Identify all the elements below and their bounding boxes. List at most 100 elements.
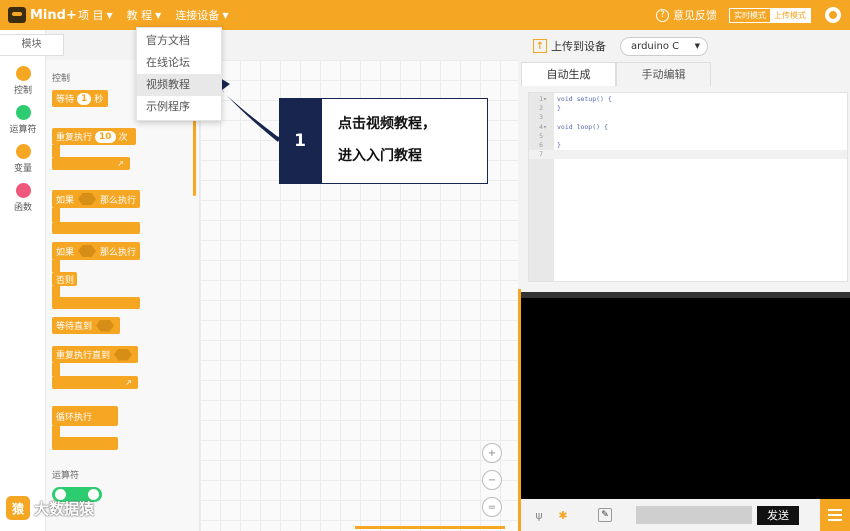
zoom-out-button[interactable]: − [482,470,502,490]
block-else: 否则 [52,272,77,286]
block-if-else-foot [52,297,140,309]
code-line: 6} [529,141,847,150]
zoom-reset-button[interactable]: = [482,497,502,517]
scroll-lock-icon[interactable]: ✎ [598,508,612,522]
main-menu: 项 目 ▼ 教 程 ▼ 连接设备 ▼ [78,7,242,23]
category-item[interactable]: 函数 [0,183,46,213]
block-repeat-foot: ↗ [52,157,130,170]
condition-slot[interactable] [78,245,97,257]
category-dot-icon [15,66,31,81]
dropdown-item[interactable]: 示例程序 [137,96,221,118]
usb-icon[interactable]: ψ [532,508,546,522]
wait-seconds-input[interactable]: 1 [77,92,92,105]
chevron-down-icon: ▼ [694,41,700,50]
category-item[interactable]: 控制 [0,66,46,96]
serial-input[interactable] [636,506,752,524]
condition-slot[interactable] [96,319,115,332]
menu-tutorial[interactable]: 教 程 ▼ [127,7,162,23]
zoom-in-button[interactable]: + [482,443,502,463]
chevron-down-icon: ▼ [222,10,229,20]
block-wait[interactable]: 等待 1 秒 [52,90,108,107]
block-if-foot [52,222,140,234]
loop-arrow-icon: ↗ [125,378,132,387]
loop-arrow-icon: ↗ [117,159,124,168]
list-menu-icon[interactable] [820,499,850,531]
mode-upload[interactable]: 上传模式 [770,8,810,22]
code-line: 5 [529,132,847,141]
fold-icon[interactable] [543,104,551,113]
code-line: 3 [529,113,847,122]
category-label: 函数 [13,203,32,213]
block-repeat[interactable]: 重复执行 10 次 [52,128,136,145]
block-repeat-until-foot: ↗ [52,376,138,389]
block-if[interactable]: 如果 那么执行 [52,190,140,208]
block-wait-until[interactable]: 等待直到 [52,317,120,334]
feedback-button[interactable]: ? 意见反馈 [656,7,717,23]
condition-slot[interactable] [114,348,133,361]
help-icon: ? [656,8,669,22]
mode-switch[interactable]: 实时模式 上传模式 [729,7,811,23]
menu-connect-device[interactable]: 连接设备 ▼ [175,7,228,23]
dropdown-item[interactable]: 在线论坛 [137,52,221,74]
gear-icon[interactable] [825,7,841,23]
callout-line-1: 点击视频教程， [338,116,436,132]
condition-slot[interactable] [78,193,97,205]
fold-icon[interactable] [543,113,551,122]
clear-icon[interactable]: ✱ [556,508,570,522]
zoom-out-icon: − [487,474,497,486]
dropdown-item[interactable]: 官方文档 [137,30,221,52]
mode-realtime[interactable]: 实时模式 [730,9,770,22]
tab-auto-generate[interactable]: 自动生成 [521,62,616,86]
fold-icon[interactable]: ▾ [543,95,551,104]
code-line: 1 ▾ void setup() { [529,95,847,104]
block-forever[interactable]: 循环执行 [52,406,118,426]
menu-project[interactable]: 项 目 ▼ [78,7,113,23]
block-forever-foot [52,437,118,450]
logo-icon [8,7,26,23]
block-if-arm [52,208,60,222]
code-line: 4 ▾ void loop() { [529,123,847,132]
fold-icon[interactable] [543,132,551,141]
code-text: void loop() { [557,122,608,131]
fold-icon[interactable] [543,141,551,150]
workspace-scrollbar[interactable] [355,526,505,529]
board-select[interactable]: arduino C ▼ [620,36,708,56]
code-text: void setup() { [557,95,612,103]
blocks-tab[interactable]: 模块 [0,34,64,56]
tab-manual-edit[interactable]: 手动编辑 [616,62,711,86]
block-repeat-until-arm [52,363,60,376]
app-logo[interactable]: Mind+ [8,0,78,30]
category-dot-icon [15,183,31,198]
block-repeat-until[interactable]: 重复执行直到 [52,346,138,363]
dropdown-item[interactable]: 视频教程 [137,74,221,96]
fold-icon[interactable]: ▾ [543,123,551,132]
console-toolbar: ψ ✱ ✎ 发送 [521,499,820,531]
repeat-count-input[interactable]: 10 [95,130,116,143]
section-operators-label: 运算符 [52,471,80,481]
callout-box: 点击视频教程， 进入入门教程 [321,98,488,184]
zoom-reset-icon: = [487,501,497,513]
code-line: 2} [529,104,847,113]
fold-icon[interactable] [543,150,551,159]
tutorial-dropdown: 官方文档 在线论坛 视频教程 示例程序 [136,27,222,121]
upload-icon: ↑ [533,39,547,53]
upload-to-device-button[interactable]: ↑ 上传到设备 [533,38,606,54]
code-line: 7 [529,150,847,160]
code-tabs: 自动生成 手动编辑 [521,62,850,86]
code-editor[interactable]: 1 ▾ void setup() {2} 3 4 ▾ void loop() {5 6} 7 [528,92,848,282]
chevron-down-icon: ▼ [155,10,162,20]
workspace-header [200,30,518,60]
category-label: 运算符 [9,125,37,135]
category-item[interactable]: 运算符 [0,105,46,135]
block-if-else[interactable]: 如果 那么执行 [52,242,140,260]
watermark-logo: 猿 [6,496,30,520]
zoom-in-icon: + [487,447,497,459]
code-panel-header: ↑ 上传到设备 arduino C ▼ [518,30,850,62]
category-item[interactable]: 变量 [0,144,46,174]
block-repeat-arm [52,145,60,157]
code-text: } [557,141,561,149]
top-right-actions: ? 意见反馈 实时模式 上传模式 [656,0,850,30]
callout-line-2: 进入入门教程 [338,148,422,164]
send-button[interactable]: 发送 [757,505,799,525]
logo-text: Mind+ [30,7,77,23]
